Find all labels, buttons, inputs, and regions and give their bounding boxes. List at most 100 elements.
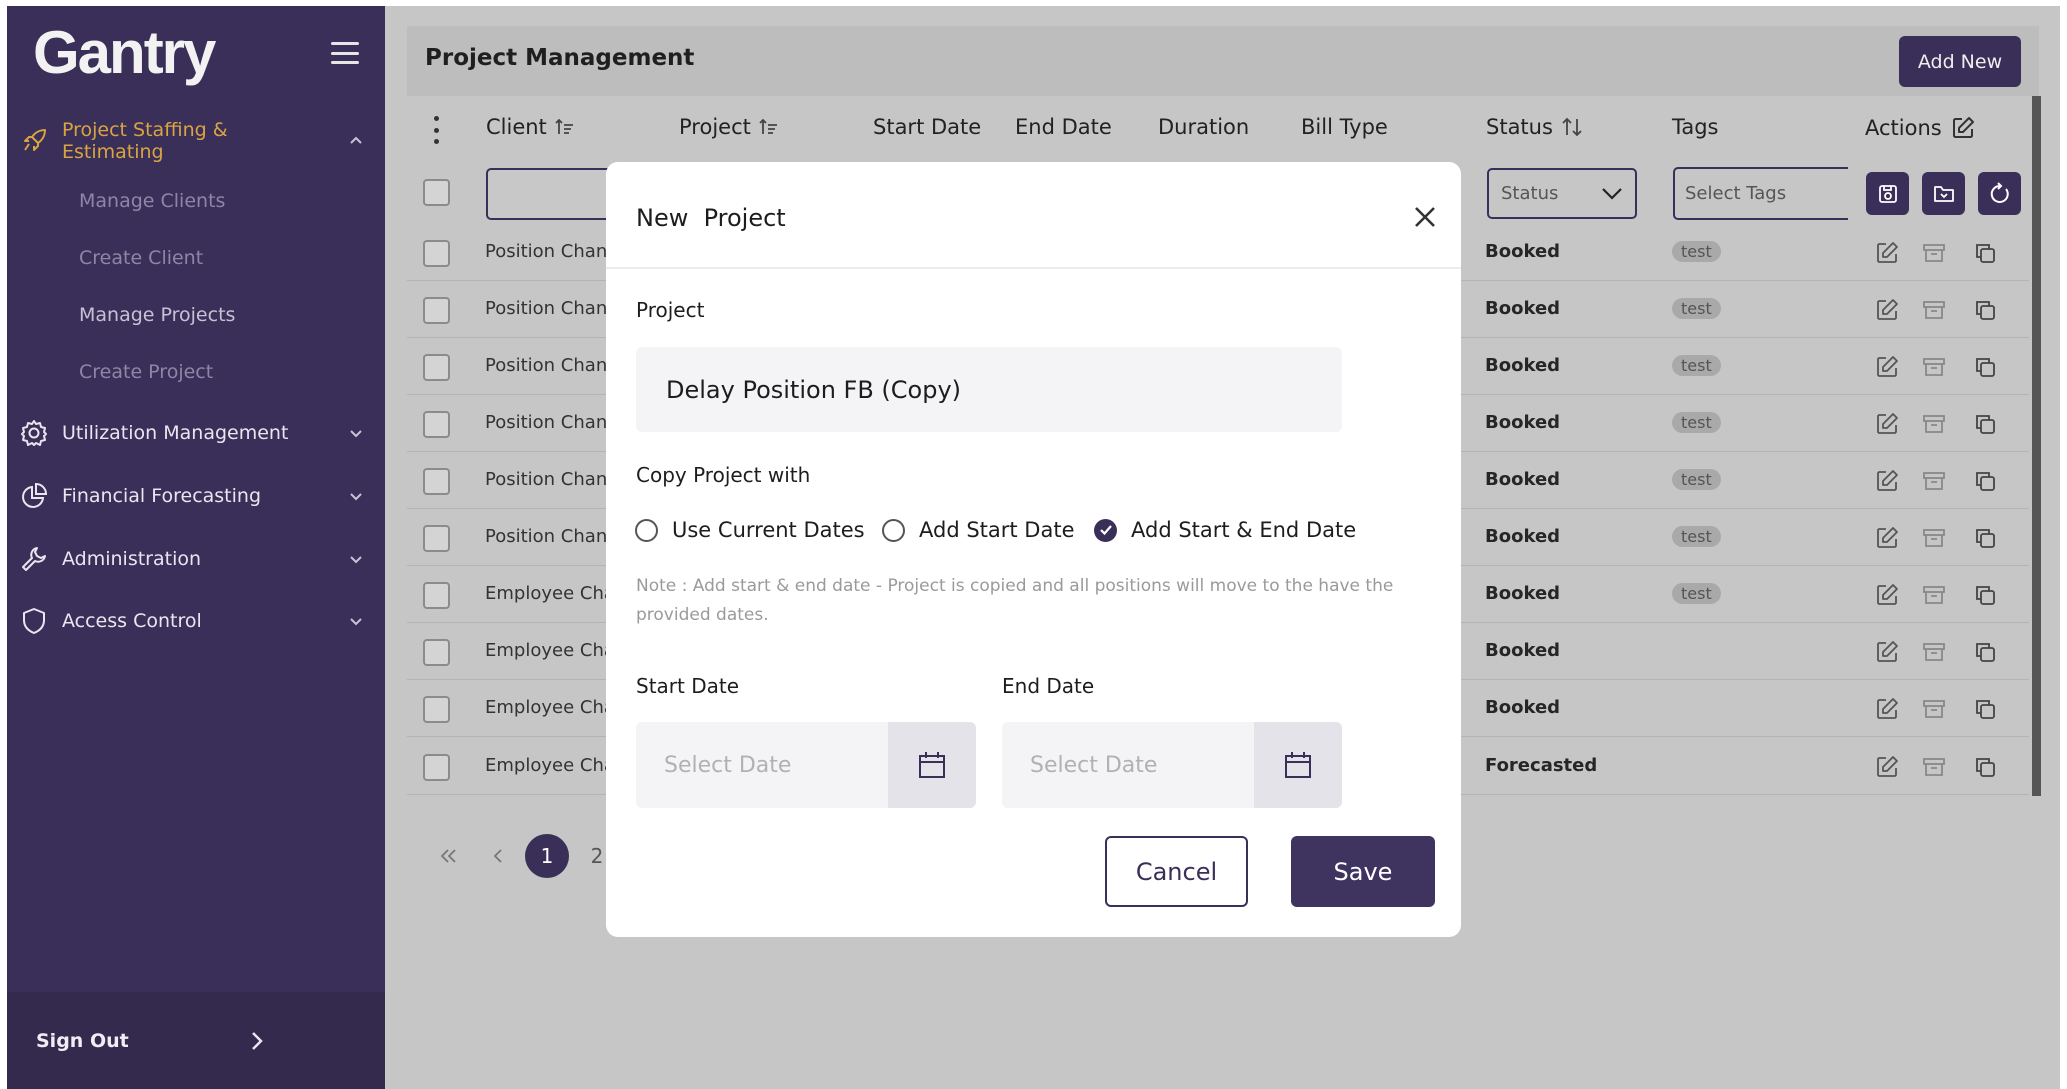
- column-header-bill-type[interactable]: Bill Type: [1301, 115, 1388, 139]
- sidebar-item-manage-projects[interactable]: Manage Projects: [79, 304, 235, 334]
- copy-icon[interactable]: [1972, 354, 1998, 380]
- chevron-right-icon: [252, 1032, 263, 1050]
- reset-filter-button[interactable]: [1978, 172, 2021, 215]
- column-header-tags[interactable]: Tags: [1672, 115, 1719, 139]
- select-all-checkbox[interactable]: [423, 179, 450, 206]
- archive-icon[interactable]: [1921, 297, 1947, 323]
- copy-with-label: Copy Project with: [636, 463, 811, 487]
- archive-icon[interactable]: [1921, 525, 1947, 551]
- vertical-scrollbar[interactable]: [2032, 96, 2041, 796]
- end-date-input[interactable]: [1002, 722, 1254, 808]
- first-page-button[interactable]: [427, 834, 471, 878]
- page-button[interactable]: 1: [525, 834, 569, 878]
- nav-utilization-management[interactable]: Utilization Management: [20, 411, 365, 455]
- wrench-icon: [20, 545, 48, 573]
- column-header-actions: Actions: [1865, 115, 1976, 141]
- save-icon: [1878, 184, 1897, 203]
- row-checkbox[interactable]: [423, 297, 450, 324]
- save-button[interactable]: Save: [1291, 836, 1435, 907]
- sign-out-button[interactable]: Sign Out: [7, 992, 385, 1089]
- cancel-button[interactable]: Cancel: [1105, 836, 1248, 907]
- row-checkbox[interactable]: [423, 525, 450, 552]
- edit-icon[interactable]: [1874, 525, 1900, 551]
- radio-add-start-date[interactable]: Add Start Date: [882, 518, 1075, 542]
- row-checkbox[interactable]: [423, 354, 450, 381]
- archive-icon[interactable]: [1921, 354, 1947, 380]
- status-badge: Booked: [1485, 640, 1561, 661]
- load-filter-button[interactable]: [1922, 172, 1965, 215]
- add-new-button[interactable]: Add New: [1899, 36, 2021, 87]
- row-checkbox[interactable]: [423, 639, 450, 666]
- status-badge: Booked: [1485, 697, 1561, 718]
- nav-administration[interactable]: Administration: [20, 537, 365, 581]
- status-badge: Forecasted: [1485, 755, 1598, 776]
- copy-icon[interactable]: [1972, 411, 1998, 437]
- copy-icon[interactable]: [1972, 525, 1998, 551]
- save-filter-button[interactable]: [1866, 172, 1909, 215]
- archive-icon[interactable]: [1921, 411, 1947, 437]
- edit-icon[interactable]: [1874, 639, 1900, 665]
- sidebar-item-create-project[interactable]: Create Project: [79, 361, 213, 391]
- row-checkbox[interactable]: [423, 240, 450, 267]
- edit-icon[interactable]: [1874, 297, 1900, 323]
- row-client: Employee Cha: [485, 755, 615, 776]
- calendar-icon[interactable]: [1254, 722, 1342, 808]
- more-options-icon[interactable]: [434, 116, 440, 144]
- close-icon[interactable]: [1412, 204, 1438, 230]
- radio-use-current-dates[interactable]: Use Current Dates: [635, 518, 865, 542]
- archive-icon[interactable]: [1921, 696, 1947, 722]
- edit-icon[interactable]: [1874, 582, 1900, 608]
- sidebar-item-manage-clients[interactable]: Manage Clients: [79, 190, 225, 220]
- column-header-start-date[interactable]: Start Date: [873, 115, 981, 139]
- row-checkbox[interactable]: [423, 696, 450, 723]
- column-header-end-date[interactable]: End Date: [1015, 115, 1112, 139]
- status-filter-select[interactable]: Status: [1487, 168, 1637, 219]
- start-date-input[interactable]: [636, 722, 888, 808]
- archive-icon[interactable]: [1921, 468, 1947, 494]
- radio-add-start-end-date[interactable]: Add Start & End Date: [1094, 518, 1356, 542]
- edit-icon[interactable]: [1874, 468, 1900, 494]
- archive-icon[interactable]: [1921, 582, 1947, 608]
- column-header-duration[interactable]: Duration: [1158, 115, 1249, 139]
- nav-financial-forecasting[interactable]: Financial Forecasting: [20, 474, 365, 518]
- chevron-down-icon: [350, 556, 362, 564]
- status-badge: Booked: [1485, 355, 1561, 376]
- row-client: Employee Cha: [485, 697, 615, 718]
- copy-icon[interactable]: [1972, 754, 1998, 780]
- tags-filter-select[interactable]: Select Tags: [1673, 167, 1848, 220]
- sort-icon: [1562, 117, 1582, 137]
- copy-icon[interactable]: [1972, 240, 1998, 266]
- edit-icon[interactable]: [1874, 411, 1900, 437]
- edit-columns-icon[interactable]: [1950, 115, 1976, 141]
- row-checkbox[interactable]: [423, 754, 450, 781]
- row-client: Employee Cha: [485, 583, 615, 604]
- shield-icon: [20, 607, 48, 635]
- row-checkbox[interactable]: [423, 468, 450, 495]
- copy-icon[interactable]: [1972, 696, 1998, 722]
- column-header-status[interactable]: Status: [1486, 115, 1583, 139]
- column-header-client[interactable]: Client: [486, 115, 575, 139]
- copy-icon[interactable]: [1972, 582, 1998, 608]
- menu-icon[interactable]: [331, 42, 359, 64]
- edit-icon[interactable]: [1874, 754, 1900, 780]
- tag-chip: test: [1672, 583, 1721, 604]
- row-checkbox[interactable]: [423, 411, 450, 438]
- archive-icon[interactable]: [1921, 754, 1947, 780]
- copy-icon[interactable]: [1972, 468, 1998, 494]
- edit-icon[interactable]: [1874, 696, 1900, 722]
- archive-icon[interactable]: [1921, 639, 1947, 665]
- archive-icon[interactable]: [1921, 240, 1947, 266]
- nav-label: Utilization Management: [62, 422, 289, 444]
- copy-icon[interactable]: [1972, 297, 1998, 323]
- row-checkbox[interactable]: [423, 582, 450, 609]
- project-name-input[interactable]: [636, 347, 1342, 432]
- edit-icon[interactable]: [1874, 240, 1900, 266]
- prev-page-button[interactable]: [476, 834, 520, 878]
- sidebar-item-create-client[interactable]: Create Client: [79, 247, 203, 277]
- nav-project-staffing[interactable]: Project Staffing & Estimating: [20, 119, 365, 163]
- column-header-project[interactable]: Project: [679, 115, 779, 139]
- edit-icon[interactable]: [1874, 354, 1900, 380]
- calendar-icon[interactable]: [888, 722, 976, 808]
- nav-access-control[interactable]: Access Control: [20, 599, 365, 643]
- copy-icon[interactable]: [1972, 639, 1998, 665]
